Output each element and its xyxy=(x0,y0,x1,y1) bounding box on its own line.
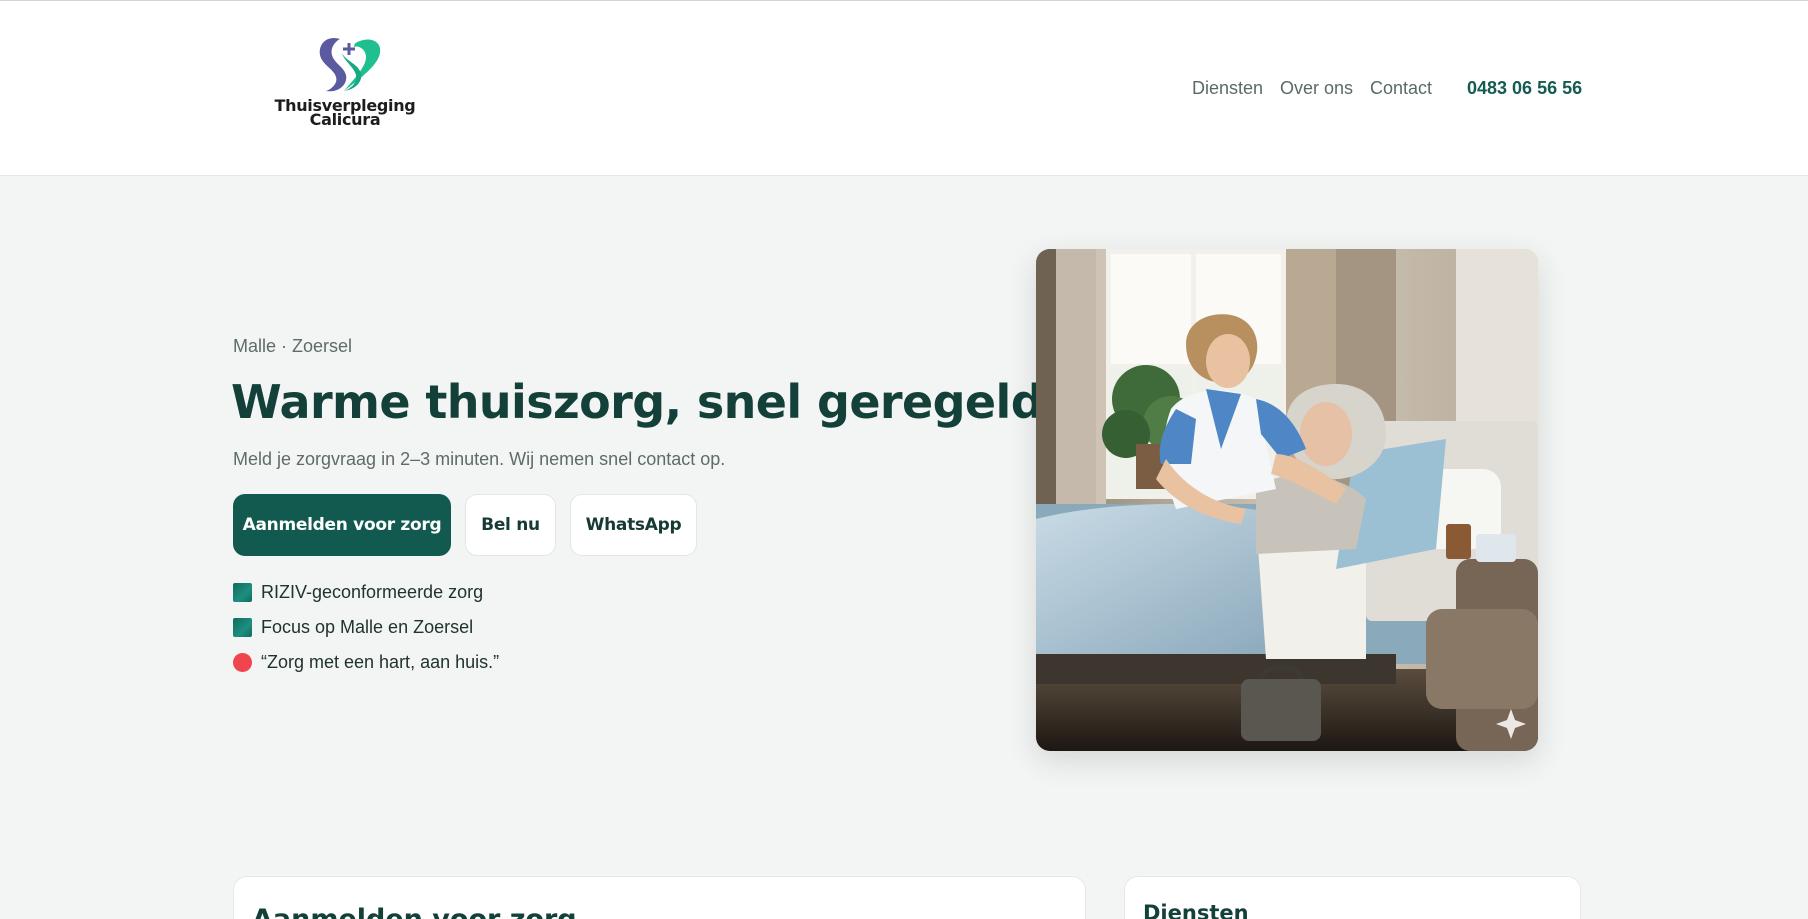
brand-logo[interactable]: Thuisverpleging Calicura xyxy=(270,33,420,138)
register-form-title: Aanmelden voor zorg xyxy=(252,904,577,919)
heart-dot-icon xyxy=(233,652,252,672)
register-care-button[interactable]: Aanmelden voor zorg xyxy=(233,494,451,556)
nurse-caring-patient-illustration xyxy=(1036,249,1538,751)
feature-item: Focus op Malle en Zoersel xyxy=(233,616,473,638)
hero-lead: Meld je zorgvraag in 2–3 minuten. Wij ne… xyxy=(233,449,726,469)
hero-title: Warme thuiszorg, snel geregeld. xyxy=(231,375,1061,429)
feature-text: “Zorg met een hart, aan huis.” xyxy=(261,651,500,672)
nav-item-contact[interactable]: Contact xyxy=(1370,78,1432,99)
heart-cross-logo-icon xyxy=(319,37,381,92)
hero-photo xyxy=(1036,249,1538,751)
feature-text: RIZIV-geconformeerde zorg xyxy=(261,581,484,602)
services-card: Diensten xyxy=(1124,876,1581,919)
site-header: Thuisverpleging Calicura Diensten Over o… xyxy=(0,1,1808,176)
feature-item: RIZIV-geconformeerde zorg xyxy=(233,581,483,603)
nav-item-diensten[interactable]: Diensten xyxy=(1192,78,1263,99)
nav-phone-link[interactable]: 0483 06 56 56 xyxy=(1467,78,1582,99)
feature-text: Focus op Malle en Zoersel xyxy=(261,616,474,637)
check-square-icon xyxy=(233,582,252,602)
nav-item-over-ons[interactable]: Over ons xyxy=(1280,78,1353,99)
brand-name-line2: Calicura xyxy=(309,110,381,129)
brand-name: Thuisverpleging Calicura xyxy=(270,98,420,129)
whatsapp-button[interactable]: WhatsApp xyxy=(570,494,697,556)
feature-item: “Zorg met een hart, aan huis.” xyxy=(233,651,499,673)
hero-eyebrow: Malle · Zoersel xyxy=(233,336,353,356)
services-card-title: Diensten xyxy=(1143,901,1249,919)
call-now-button[interactable]: Bel nu xyxy=(465,494,556,556)
check-square-icon xyxy=(233,617,252,637)
register-form-card: Aanmelden voor zorg xyxy=(233,876,1086,919)
